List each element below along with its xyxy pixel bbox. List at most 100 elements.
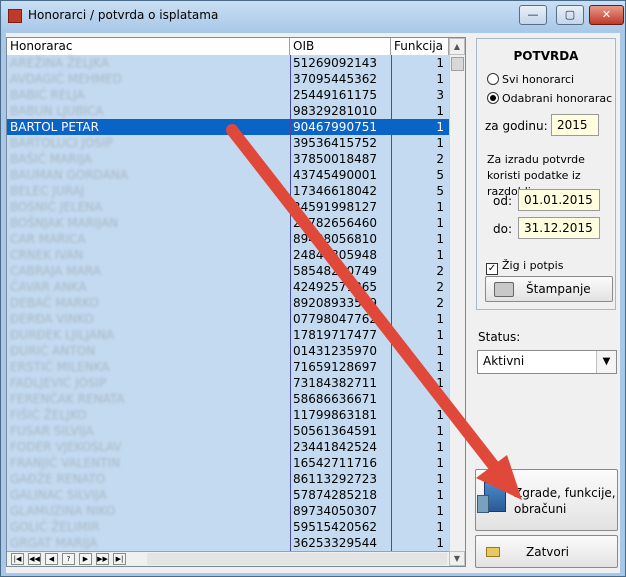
radio-button[interactable] <box>487 73 499 85</box>
print-button[interactable]: Štampanje <box>485 276 613 302</box>
table-row[interactable]: FODER VJEKOSLAV 23441842524 1 <box>7 439 449 455</box>
table-row[interactable]: CABRAJA MARA 58548260749 2 <box>7 263 449 279</box>
cell-func: 1 <box>436 232 444 246</box>
cell-oib: 58548260749 <box>293 264 377 278</box>
cell-func: 1 <box>436 72 444 86</box>
stamp-checkbox[interactable]: ✓ <box>486 263 498 275</box>
radio-svi-label: Svi honorarci <box>502 73 575 86</box>
cell-oib: 39536415752 <box>293 136 377 150</box>
table-row[interactable]: ERSTIĆ MILENKA 71659128697 1 <box>7 359 449 375</box>
table-row[interactable]: FADLJEVIĆ JOSIP 73184382711 1 <box>7 375 449 391</box>
scroll-thumb[interactable] <box>451 57 464 71</box>
cell-name: FERENČAK RENATA <box>10 392 125 406</box>
nav-button[interactable]: ▶| <box>113 553 126 565</box>
table-row[interactable]: ČAVAR ANKA 42492571365 2 <box>7 279 449 295</box>
vertical-scrollbar[interactable] <box>449 55 465 551</box>
cell-name: BOŠNJAK MARIJAN <box>10 216 119 230</box>
cell-name: GLAMUZINA NIKO <box>10 504 116 518</box>
nav-button[interactable]: |◀ <box>11 553 24 565</box>
scroll-up-button[interactable]: ▲ <box>449 38 465 55</box>
cell-name: FODER VJEKOSLAV <box>10 440 122 454</box>
honorarci-grid[interactable]: Honorarac OIB Funkcija ▲ AREŽINA ŽELJKA 5… <box>6 37 466 567</box>
cell-oib: 17346618042 <box>293 184 377 198</box>
column-header-funkcija[interactable]: Funkcija <box>391 38 449 55</box>
table-row[interactable]: BOŠNJAK MARIJAN 28782656460 1 <box>7 215 449 231</box>
nav-button[interactable]: ◀ <box>45 553 58 565</box>
table-row[interactable]: AREŽINA ŽELJKA 51269092143 1 <box>7 55 449 71</box>
stamp-checkbox-row[interactable]: ✓ Žig i potpis <box>486 258 564 275</box>
column-header-oib[interactable]: OIB <box>290 38 391 55</box>
column-header-honorarac[interactable]: Honorarac <box>7 38 290 55</box>
window-title: Honorarci / potvrda o isplatama <box>28 8 219 22</box>
table-row[interactable]: BAŠIĆ MARIJA 37850018487 2 <box>7 151 449 167</box>
cell-name: CAR MARICA <box>10 232 86 246</box>
cell-oib: 89734050307 <box>293 504 377 518</box>
table-row[interactable]: ĐERĐA VINKO 07798047762 1 <box>7 311 449 327</box>
column-divider <box>290 55 291 551</box>
table-row[interactable]: FRANJIĆ VALENTIN 16542711716 1 <box>7 455 449 471</box>
cell-name: GOLIĆ ŽELIMIR <box>10 520 100 534</box>
table-row[interactable]: BAUMAN GORDANA 43745490001 5 <box>7 167 449 183</box>
cell-func: 1 <box>436 488 444 502</box>
table-row[interactable]: FERENČAK RENATA 58686636671 1 <box>7 391 449 407</box>
table-row[interactable]: ĐURĐEK LJILJANA 17819717477 1 <box>7 327 449 343</box>
title-bar[interactable]: Honorarci / potvrda o isplatama — ▢ ✕ <box>1 1 625 31</box>
column-divider <box>391 55 392 551</box>
cell-name: GRGAT MARIJA <box>10 536 98 550</box>
cell-name: DEBAČ MARKO <box>10 296 99 310</box>
cell-oib: 89438056810 <box>293 232 377 246</box>
to-date-input[interactable]: 31.12.2015 <box>518 217 600 239</box>
year-input[interactable]: 2015 <box>551 114 599 136</box>
table-row[interactable]: GRGAT MARIJA 36253329544 1 <box>7 535 449 551</box>
cell-func: 1 <box>436 248 444 262</box>
table-row[interactable]: BELEC JURAJ 17346618042 5 <box>7 183 449 199</box>
cell-name: ĐURĐEK LJILJANA <box>10 328 115 342</box>
maximize-button[interactable]: ▢ <box>556 5 584 25</box>
table-row[interactable]: FUSAR SILVIJA 50561364591 1 <box>7 423 449 439</box>
table-row[interactable]: AVDAGIĆ MEHMED 37095445362 1 <box>7 71 449 87</box>
table-row[interactable]: DEBAČ MARKO 89208933549 2 <box>7 295 449 311</box>
cell-oib: 25449161175 <box>293 88 377 102</box>
nav-button[interactable]: ▶ <box>79 553 92 565</box>
table-row[interactable]: ĐURIĆ ANTON 01431235970 1 <box>7 343 449 359</box>
zgrade-funkcije-button[interactable]: Zgrade, funkcije, obračuni <box>475 469 618 531</box>
table-row[interactable]: GALINAC SILVIJA 57874285218 1 <box>7 487 449 503</box>
cell-func: 1 <box>436 424 444 438</box>
stamp-label: Žig i potpis <box>502 259 564 272</box>
cell-func: 1 <box>436 120 444 134</box>
table-row[interactable]: FIŠIĆ ŽELJKO 11799863181 1 <box>7 407 449 423</box>
horizontal-scrollbar[interactable] <box>147 553 447 565</box>
table-row[interactable]: BABUN LJUBICA 98329281010 1 <box>7 103 449 119</box>
cell-oib: 28782656460 <box>293 216 377 230</box>
cell-func: 1 <box>436 472 444 486</box>
table-row[interactable]: CAR MARICA 89438056810 1 <box>7 231 449 247</box>
table-row[interactable]: CRNEK IVAN 24848305948 1 <box>7 247 449 263</box>
cell-func: 1 <box>436 456 444 470</box>
table-row[interactable]: GAĐŽE RENATO 86113292723 1 <box>7 471 449 487</box>
cell-name: ČAVAR ANKA <box>10 280 87 294</box>
table-row[interactable]: GOLIĆ ŽELIMIR 59515420562 1 <box>7 519 449 535</box>
radio-button-checked[interactable] <box>487 92 499 104</box>
zatvori-button[interactable]: Zatvori <box>475 535 618 568</box>
cell-func: 5 <box>436 184 444 198</box>
close-window-button[interactable]: ✕ <box>589 5 624 25</box>
cell-name: BARTOLUCI JOSIP <box>10 136 113 150</box>
minimize-button[interactable]: — <box>519 5 547 25</box>
table-row[interactable]: BARTOL PETAR 90467990751 1 <box>7 119 449 135</box>
scroll-down-button[interactable]: ▼ <box>449 551 465 566</box>
from-date-input[interactable]: 01.01.2015 <box>518 189 600 211</box>
table-row[interactable]: BABIĆ RELJA 25449161175 3 <box>7 87 449 103</box>
cell-oib: 57874285218 <box>293 488 377 502</box>
radio-odabrani-honorarac[interactable]: Odabrani honorarac <box>487 91 612 107</box>
client-area: Honorarac OIB Funkcija ▲ AREŽINA ŽELJKA 5… <box>6 33 620 573</box>
table-row[interactable]: BOSNIĆ JELENA 24591998127 1 <box>7 199 449 215</box>
status-select[interactable]: Aktivni ▼ <box>477 350 617 374</box>
table-row[interactable]: BARTOLUCI JOSIP 39536415752 1 <box>7 135 449 151</box>
building-icon <box>477 482 506 513</box>
nav-button[interactable]: ◀◀ <box>28 553 41 565</box>
nav-button[interactable]: ? <box>62 553 75 565</box>
nav-button[interactable]: ▶▶ <box>96 553 109 565</box>
table-row[interactable]: GLAMUZINA NIKO 89734050307 1 <box>7 503 449 519</box>
chevron-down-icon[interactable]: ▼ <box>596 351 616 373</box>
radio-svi-honorarci[interactable]: Svi honorarci <box>487 72 574 88</box>
